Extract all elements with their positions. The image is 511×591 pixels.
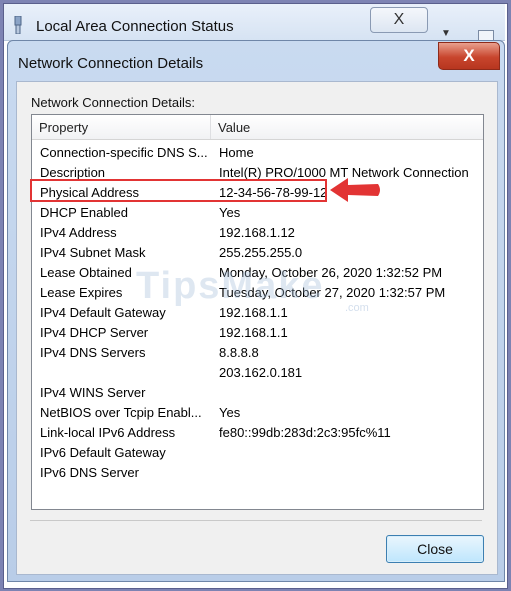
list-item[interactable]: IPv4 Subnet Mask 255.255.255.0: [32, 243, 493, 263]
value-cell: Tuesday, October 27, 2020 1:32:57 PM: [219, 285, 446, 300]
column-header-property[interactable]: Property: [39, 120, 88, 135]
list-item[interactable]: Connection-specific DNS S... Home: [32, 143, 493, 163]
value-cell: fe80::99db:283d:2c3:95fc%11: [219, 425, 391, 440]
value-cell: Yes: [219, 405, 241, 420]
column-header-value[interactable]: Value: [218, 120, 250, 135]
property-cell: Description: [40, 165, 106, 180]
back-window-titlebar: Local Area Connection Status: [4, 4, 505, 41]
dialog-close-button[interactable]: X: [438, 42, 500, 70]
property-cell: IPv4 Address: [40, 225, 117, 240]
list-item[interactable]: IPv4 DHCP Server 192.168.1.1: [32, 323, 493, 343]
value-cell: 255.255.255.0: [219, 245, 303, 260]
list-item[interactable]: IPv4 Address 192.168.1.12: [32, 223, 493, 243]
back-window-close-button[interactable]: X: [370, 7, 428, 33]
list-item[interactable]: Link-local IPv6 Address fe80::99db:283d:2…: [32, 423, 493, 443]
value-cell: Yes: [219, 205, 241, 220]
list-item[interactable]: Lease Expires Tuesday, October 27, 2020 1…: [32, 283, 493, 303]
property-cell: IPv4 Subnet Mask: [40, 245, 146, 260]
list-item[interactable]: IPv6 Default Gateway: [32, 443, 493, 463]
property-cell: IPv6 DNS Server: [40, 465, 139, 480]
value-cell: 192.168.1.12: [219, 225, 295, 240]
value-cell: 203.162.0.181: [219, 365, 303, 380]
property-cell: NetBIOS over Tcpip Enabl...: [40, 405, 202, 420]
highlight-box: [30, 179, 327, 202]
property-cell: Lease Obtained: [40, 265, 132, 280]
dialog-title: Network Connection Details: [18, 55, 204, 72]
list-item[interactable]: Lease Obtained Monday, October 26, 2020 1…: [32, 263, 493, 283]
section-label: Network Connection Details:: [31, 95, 196, 110]
list-item[interactable]: IPv4 Default Gateway 192.168.1.1: [32, 303, 493, 323]
value-cell: 192.168.1.1: [219, 325, 288, 340]
list-item[interactable]: IPv4 WINS Server: [32, 383, 493, 403]
separator: [30, 520, 482, 521]
network-adapter-icon: [14, 16, 22, 34]
value-cell: 192.168.1.1: [219, 305, 288, 320]
value-cell: 8.8.8.8: [219, 345, 259, 360]
red-arrow-icon: [330, 178, 380, 202]
property-cell: Connection-specific DNS S...: [40, 145, 208, 160]
property-cell: Lease Expires: [40, 285, 123, 300]
column-divider[interactable]: [210, 115, 211, 139]
property-cell: IPv4 Default Gateway: [40, 305, 166, 320]
property-cell: IPv4 WINS Server: [40, 385, 146, 400]
details-list[interactable]: Property Value Connection-specific DNS S…: [31, 114, 484, 510]
list-item[interactable]: IPv6 DNS Server: [32, 463, 493, 483]
close-button[interactable]: Close: [386, 535, 484, 563]
list-item[interactable]: NetBIOS over Tcpip Enabl... Yes: [32, 403, 493, 423]
property-cell: IPv4 DHCP Server: [40, 325, 149, 340]
value-cell: Home: [219, 145, 254, 160]
back-window-title: Local Area Connection Status: [36, 18, 234, 35]
list-header: Property Value: [32, 115, 483, 140]
list-item[interactable]: 203.162.0.181: [32, 363, 493, 383]
list-item[interactable]: DHCP Enabled Yes: [32, 203, 493, 223]
property-cell: IPv4 DNS Servers: [40, 345, 146, 360]
list-item[interactable]: IPv4 DNS Servers 8.8.8.8: [32, 343, 493, 363]
value-cell: Monday, October 26, 2020 1:32:52 PM: [219, 265, 443, 280]
property-cell: IPv6 Default Gateway: [40, 445, 166, 460]
chevron-down-icon: ▼: [441, 28, 451, 39]
property-cell: DHCP Enabled: [40, 205, 128, 220]
property-cell: Link-local IPv6 Address: [40, 425, 176, 440]
